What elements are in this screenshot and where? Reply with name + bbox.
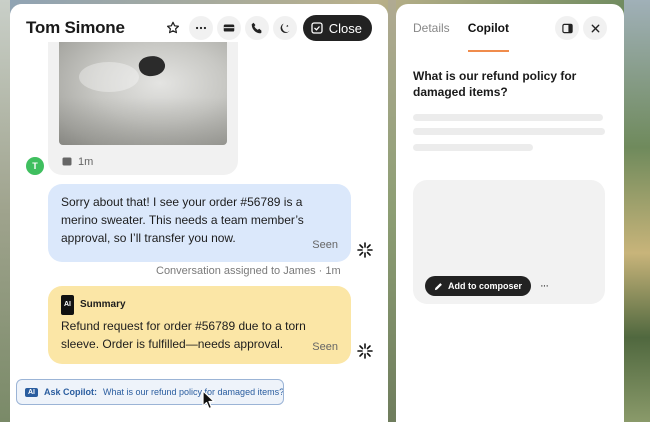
tab-details[interactable]: Details [413, 4, 450, 52]
photo-highlight [79, 62, 139, 92]
copilot-question: What is our refund policy for damaged it… [413, 69, 577, 99]
loading-skeleton-line [413, 114, 603, 121]
inbox-close-icon [311, 22, 323, 34]
summary-text: Refund request for order #56789 due to a… [61, 319, 306, 351]
summary-note-bubble: AI Summary Refund request for order #567… [48, 286, 351, 364]
toggle-sidebar-button[interactable] [555, 16, 579, 40]
agent-message-bubble: Sorry about that! I see your order #5678… [48, 184, 351, 262]
image-message-meta: 1m [62, 156, 93, 168]
copilot-panel: Details Copilot What is our refund polic… [396, 4, 624, 422]
fin-bot-icon [356, 342, 374, 360]
star-button[interactable] [161, 16, 185, 40]
close-panel-button[interactable] [583, 16, 607, 40]
ask-copilot-question: What is our refund policy for damaged it… [103, 387, 284, 397]
assignment-event: Conversation assigned to James · 1m [156, 265, 341, 277]
ticket-button[interactable] [216, 16, 241, 40]
background-gap [388, 0, 396, 422]
loading-skeleton-line [413, 128, 605, 135]
message-icon [62, 157, 72, 166]
copilot-header: Details Copilot [396, 4, 624, 52]
customer-image-message: 1m [48, 42, 238, 175]
loading-skeleton-line [413, 144, 533, 151]
summary-seen-status: Seen [312, 341, 338, 353]
agent-message-text: Sorry about that! I see your order #5678… [61, 195, 304, 245]
sidebar-icon [561, 23, 573, 33]
close-button-label: Close [328, 20, 362, 36]
call-button[interactable] [244, 16, 269, 40]
pencil-icon [434, 282, 442, 290]
conversation-title: Tom Simone [26, 18, 125, 37]
ellipsis-icon [195, 26, 206, 30]
damaged-sweater-photo[interactable] [59, 42, 227, 145]
ai-badge: AI [61, 295, 74, 315]
customer-avatar[interactable]: T [26, 157, 44, 175]
phone-icon [251, 22, 262, 34]
summary-title: Summary [80, 299, 126, 310]
copilot-answer-card: Add to composer ··· [413, 180, 605, 304]
add-to-composer-button[interactable]: Add to composer [425, 276, 532, 296]
snooze-button[interactable]: z [272, 16, 297, 40]
tab-copilot[interactable]: Copilot [467, 4, 510, 52]
ticket-icon [223, 24, 234, 32]
background-right [624, 0, 650, 422]
close-icon [591, 24, 599, 32]
add-to-composer-label: Add to composer [448, 281, 523, 291]
answer-more-options-button[interactable]: ··· [535, 276, 553, 296]
image-message-time: 1m [78, 156, 94, 168]
summary-header: AI Summary [61, 295, 338, 315]
background-left [0, 0, 10, 422]
ask-copilot-suggestion[interactable]: AI Ask Copilot: What is our refund polic… [16, 379, 284, 405]
ai-badge: AI [25, 387, 38, 397]
more-options-button[interactable] [188, 16, 213, 40]
fin-bot-icon [356, 241, 374, 259]
conversation-panel: Tom Simone z Close 1m T Sorry about that… [10, 4, 388, 422]
snooze-moon-icon: z [280, 23, 290, 33]
ask-copilot-prefix: Ask Copilot: [44, 387, 97, 397]
svg-text:z: z [286, 23, 288, 28]
agent-message-seen-status: Seen [312, 239, 338, 251]
star-icon [166, 21, 179, 34]
photo-tear [137, 53, 167, 79]
mouse-pointer-icon [202, 390, 215, 410]
close-conversation-button[interactable]: Close [302, 15, 372, 41]
photo-shadow [59, 97, 227, 145]
